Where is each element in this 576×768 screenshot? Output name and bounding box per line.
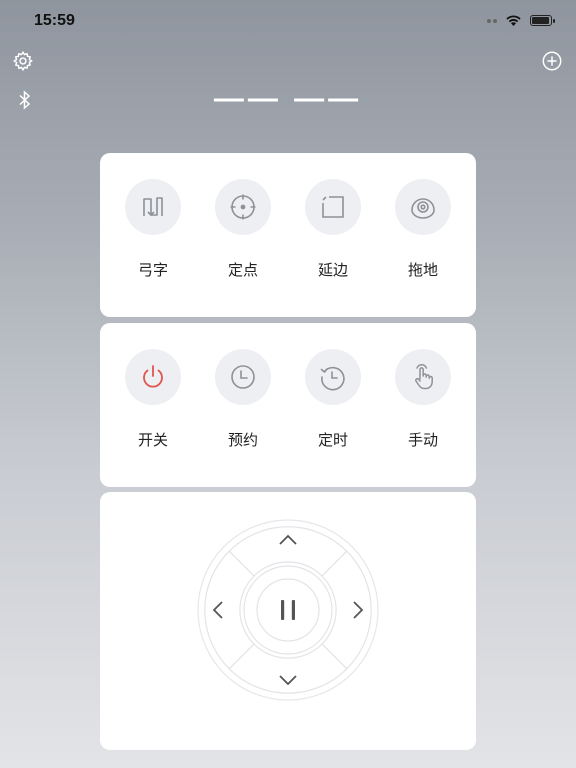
settings-gear-icon[interactable] — [11, 49, 35, 73]
wifi-icon — [506, 15, 521, 26]
mode-mop-button[interactable]: 拖地 — [385, 179, 461, 280]
manual-label: 手动 — [407, 431, 438, 449]
status-icons — [487, 14, 555, 27]
clock-icon — [215, 349, 271, 405]
timer-icon — [305, 349, 361, 405]
up-arrow-icon[interactable] — [274, 530, 302, 550]
manual-button[interactable]: 手动 — [385, 349, 461, 450]
status-bar: 15:59 — [0, 0, 576, 44]
pause-icon[interactable] — [268, 590, 308, 630]
status-time: 15:59 — [34, 12, 75, 29]
power-label: 开关 — [137, 431, 168, 449]
right-arrow-icon[interactable] — [348, 596, 368, 624]
edge-icon — [305, 179, 361, 235]
signal-icon — [487, 18, 497, 23]
zigzag-icon — [125, 179, 181, 235]
battery-icon — [530, 15, 555, 26]
control-panel: 开关 预约 定时 手动 — [100, 323, 476, 487]
add-device-plus-icon[interactable] — [540, 49, 564, 73]
mode-zigzag-label: 弓字 — [137, 261, 168, 279]
mode-edge-button[interactable]: 延边 — [295, 179, 371, 280]
mode-spot-button[interactable]: 定点 — [205, 179, 281, 280]
mode-zigzag-button[interactable]: 弓字 — [115, 179, 191, 280]
direction-pad — [196, 518, 380, 702]
hand-icon — [395, 349, 451, 405]
spot-icon — [215, 179, 271, 235]
mode-mop-label: 拖地 — [407, 261, 438, 279]
timer-button[interactable]: 定时 — [295, 349, 371, 450]
schedule-button[interactable]: 预约 — [205, 349, 281, 450]
mode-edge-label: 延边 — [317, 261, 348, 279]
mop-icon — [395, 179, 451, 235]
timer-label: 定时 — [317, 431, 348, 449]
down-arrow-icon[interactable] — [274, 670, 302, 690]
power-icon — [125, 349, 181, 405]
power-button[interactable]: 开关 — [115, 349, 191, 450]
direction-pad-panel — [100, 492, 476, 750]
cleaning-mode-panel: 弓字 定点 延边 拖地 — [100, 153, 476, 317]
left-arrow-icon[interactable] — [208, 596, 228, 624]
mode-spot-label: 定点 — [227, 261, 258, 279]
schedule-label: 预约 — [227, 431, 258, 449]
device-status-text: —— —— — [213, 82, 363, 115]
